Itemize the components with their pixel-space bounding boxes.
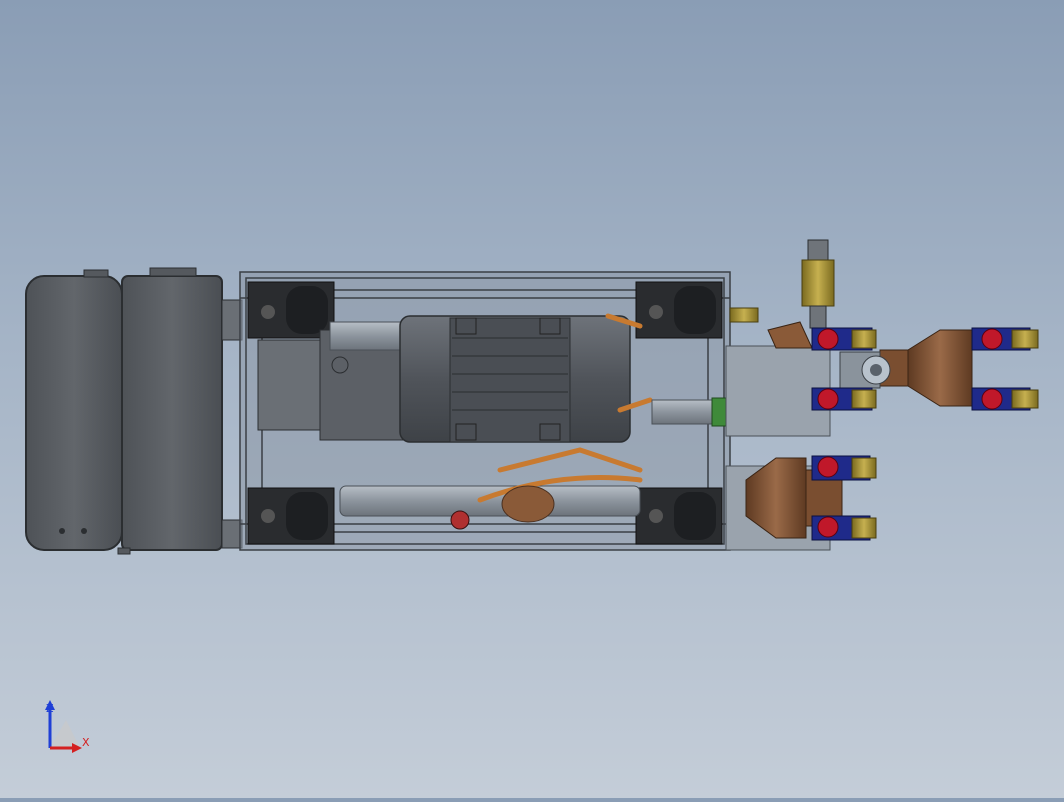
- ball-valve-6[interactable]: [811, 515, 877, 541]
- ball-valve-3[interactable]: [971, 327, 1039, 351]
- triad-plane: [50, 720, 80, 748]
- caster-top-right[interactable]: [635, 281, 723, 339]
- caster-bottom-right[interactable]: [635, 487, 723, 545]
- ball-valve-1[interactable]: [811, 327, 877, 351]
- z-axis-label: Z: [46, 702, 54, 715]
- cad-viewport[interactable]: Z X: [0, 0, 1064, 798]
- red-gauge[interactable]: [450, 510, 470, 530]
- sight-glass[interactable]: [839, 351, 891, 389]
- ball-valve-4[interactable]: [971, 387, 1039, 411]
- ball-valve-2[interactable]: [811, 387, 877, 411]
- copper-adapter-upper[interactable]: [879, 329, 973, 407]
- orange-fitting[interactable]: [501, 485, 555, 523]
- caster-bottom-left[interactable]: [247, 487, 335, 545]
- electric-motor[interactable]: [399, 315, 631, 443]
- axis-triad: Z X: [45, 700, 90, 753]
- copper-adapter-top-mid[interactable]: [767, 321, 813, 349]
- top-brass-valve[interactable]: [801, 239, 835, 329]
- electrical-enclosure[interactable]: [25, 267, 243, 555]
- main-pipe-lower[interactable]: [339, 485, 641, 517]
- hose-barb[interactable]: [729, 307, 759, 323]
- x-axis-label: X: [82, 736, 90, 749]
- assembly-top-view[interactable]: [0, 0, 1064, 798]
- ball-valve-5[interactable]: [811, 455, 877, 481]
